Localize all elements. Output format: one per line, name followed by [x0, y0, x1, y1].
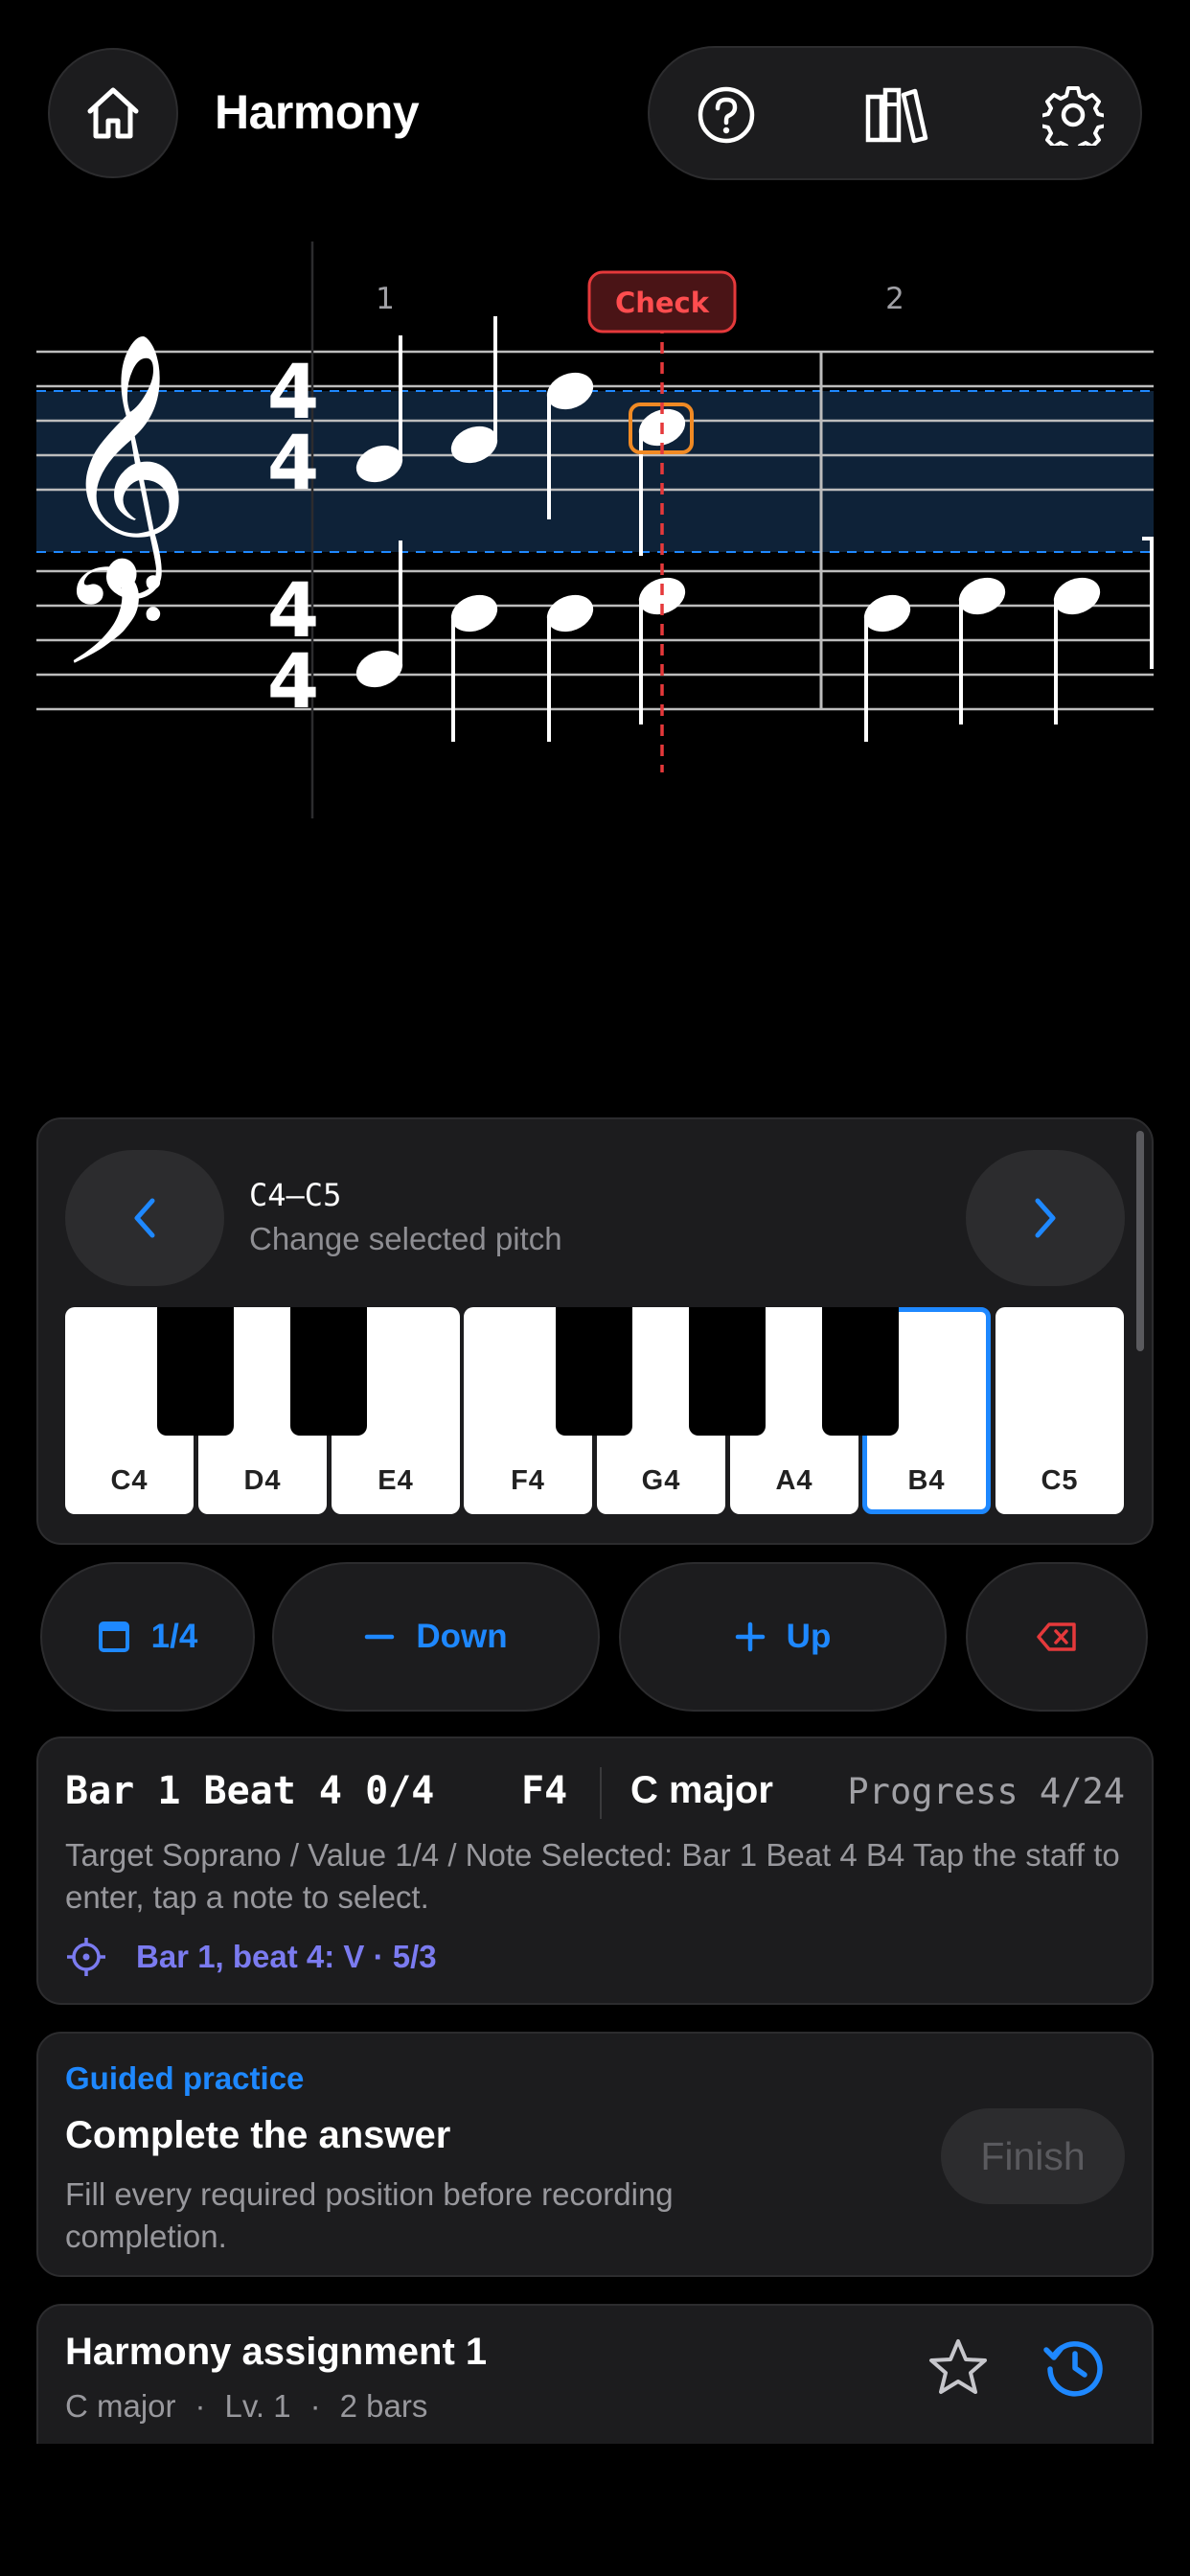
history-button[interactable]	[1035, 2327, 1115, 2407]
assignment-meta: C major · Lv. 1 · 2 bars	[65, 2388, 427, 2425]
star-icon	[929, 2339, 987, 2394]
guided-practice-card: Guided practice Complete the answer Fill…	[36, 2032, 1154, 2277]
range-subtitle: Change selected pitch	[249, 1221, 562, 1256]
separator: ·	[195, 2388, 206, 2424]
pitch-down-button[interactable]: Down	[272, 1562, 600, 1712]
selected-voice-highlight	[36, 391, 1154, 552]
top-bar: Harmony	[0, 0, 1190, 230]
up-label: Up	[786, 1618, 832, 1655]
assignment-card[interactable]: Harmony assignment 1 C major · Lv. 1 · 2…	[36, 2304, 1154, 2444]
pitch-up-button[interactable]: Up	[619, 1562, 947, 1712]
status-detail: Target Soprano / Value 1/4 / Note Select…	[65, 1837, 1120, 1915]
key-c-sharp4[interactable]	[157, 1307, 234, 1436]
note-head[interactable]	[1048, 571, 1106, 724]
down-label: Down	[416, 1618, 508, 1655]
key-signature: C major	[630, 1769, 773, 1811]
home-button[interactable]	[48, 48, 178, 178]
assignment-key: C major	[65, 2388, 176, 2424]
svg-text:Check: Check	[615, 287, 710, 319]
note-value-icon	[98, 1622, 129, 1652]
backspace-icon	[1037, 1622, 1076, 1651]
range-title: C4–C5	[249, 1177, 342, 1213]
key-f-sharp4[interactable]	[556, 1307, 632, 1436]
time-signature-treble: 4 4	[267, 350, 319, 507]
action-bar: 1/4 Down Up	[0, 1562, 1190, 1712]
chord-hint[interactable]: Bar 1, beat 4: V · 5/3	[65, 1936, 437, 1978]
key-d-sharp4[interactable]	[290, 1307, 367, 1436]
position-readout: Bar 1 Beat 4 0/4	[65, 1769, 435, 1813]
library-button[interactable]	[857, 75, 937, 155]
history-icon	[1043, 2341, 1103, 2397]
plus-icon	[735, 1622, 765, 1652]
note-head[interactable]	[953, 571, 1011, 724]
svg-text:4: 4	[267, 421, 319, 507]
note-head[interactable]	[351, 540, 408, 694]
bass-clef: 𝄢	[61, 540, 166, 729]
guided-description: Fill every required position before reco…	[65, 2176, 674, 2254]
note-head[interactable]	[858, 588, 916, 742]
measure-number-1: 1	[376, 282, 395, 316]
favorite-button[interactable]	[920, 2329, 996, 2405]
settings-button[interactable]	[1033, 75, 1113, 155]
delete-note-button[interactable]	[966, 1562, 1148, 1712]
progress-readout: Progress 4/24	[847, 1771, 1125, 1812]
duration-button[interactable]: 1/4	[40, 1562, 255, 1712]
guided-label: Guided practice	[65, 2060, 305, 2096]
toolbar-group	[648, 46, 1142, 180]
assignment-bars: 2 bars	[339, 2388, 428, 2424]
guided-title: Complete the answer	[65, 2114, 451, 2156]
current-note: F4	[521, 1769, 568, 1813]
finish-button[interactable]: Finish	[941, 2108, 1125, 2204]
time-signature-bass: 4 4	[267, 568, 319, 725]
note-head[interactable]	[541, 588, 599, 742]
status-card: Bar 1 Beat 4 0/4 F4 C major Progress 4/2…	[36, 1736, 1154, 2005]
help-icon	[698, 86, 755, 144]
assignment-title: Harmony assignment 1	[65, 2331, 488, 2373]
chevron-right-icon	[1035, 1198, 1056, 1238]
library-icon	[865, 87, 928, 144]
next-range-button[interactable]	[966, 1150, 1125, 1286]
key-a-sharp4[interactable]	[822, 1307, 899, 1436]
pitch-panel: C4–C5 Change selected pitch C4 D4 E4 F4 …	[36, 1117, 1154, 1545]
gear-icon	[1042, 86, 1104, 146]
minus-icon	[365, 1634, 395, 1640]
scrollbar[interactable]	[1136, 1131, 1144, 1351]
separator: ·	[309, 2388, 321, 2424]
score-staff[interactable]: 𝄞 𝄢 4 4 4 4 1 2 Check	[0, 230, 1190, 824]
svg-text:4: 4	[267, 639, 319, 725]
page-title: Harmony	[215, 85, 420, 139]
home-icon	[87, 87, 139, 139]
measure-number-2: 2	[885, 282, 904, 316]
prev-range-button[interactable]	[65, 1150, 224, 1286]
chevron-left-icon	[134, 1198, 155, 1238]
divider	[600, 1767, 602, 1819]
key-g-sharp4[interactable]	[689, 1307, 766, 1436]
piano-keyboard: C4 D4 E4 F4 G4 A4 B4 C5	[65, 1307, 1125, 1514]
target-icon	[67, 1938, 105, 1976]
key-c5[interactable]: C5	[995, 1307, 1124, 1514]
help-button[interactable]	[686, 75, 767, 155]
chord-hint-label: Bar 1, beat 4: V · 5/3	[136, 1939, 437, 1974]
note-head[interactable]	[446, 588, 503, 742]
check-button[interactable]: Check	[587, 270, 737, 334]
assignment-level: Lv. 1	[224, 2388, 291, 2424]
duration-label: 1/4	[150, 1618, 198, 1655]
